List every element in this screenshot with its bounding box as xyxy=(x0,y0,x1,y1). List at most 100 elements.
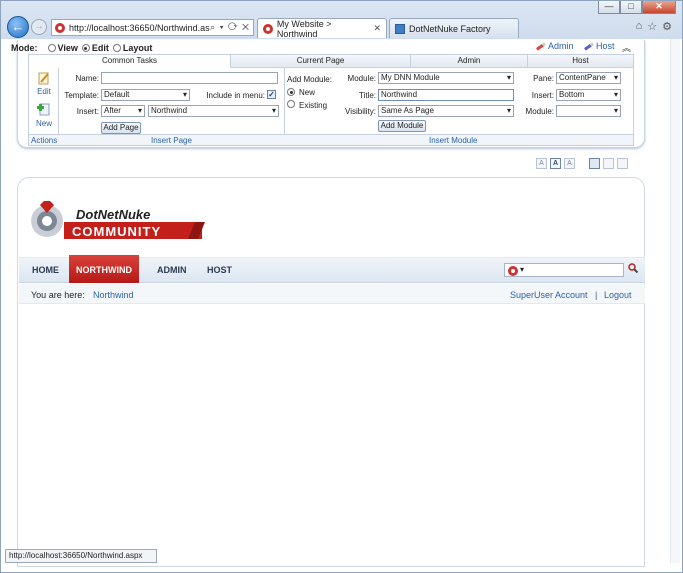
mode-layout-label[interactable]: Layout xyxy=(123,43,153,53)
mode-view-label[interactable]: View xyxy=(58,43,78,53)
width-medium-button[interactable] xyxy=(603,158,614,169)
home-icon[interactable]: ⌂ xyxy=(636,20,643,33)
logout-link[interactable]: Logout xyxy=(604,290,632,300)
page-name-input[interactable] xyxy=(101,72,278,84)
module-select[interactable]: My DNN Module xyxy=(378,72,514,84)
include-in-menu-label: Include in menu: xyxy=(206,91,265,100)
tab-admin[interactable]: Admin xyxy=(411,55,528,68)
address-bar[interactable]: http://localhost:36650/Northwind.as ⌕ ▾ … xyxy=(51,19,254,36)
mode-layout-radio[interactable] xyxy=(112,44,121,52)
menu-item-home[interactable]: HOME xyxy=(25,257,66,283)
host-link[interactable]: Host xyxy=(584,41,615,51)
window-controls: — □ ✕ xyxy=(598,1,676,14)
admin-link[interactable]: Admin xyxy=(536,41,574,51)
dotnetnuke-community-logo[interactable]: DotNetNuke COMMUNITY xyxy=(30,199,205,243)
font-medium-button[interactable]: A xyxy=(550,158,561,169)
tab-dotnetnuke-factory[interactable]: DotNetNuke Factory xyxy=(389,18,519,38)
pane-select[interactable]: ContentPane xyxy=(556,72,621,84)
status-bar-url: http://localhost:36650/Northwind.aspx xyxy=(5,549,157,563)
tab-my-website[interactable]: My Website > Northwind ✕ xyxy=(257,18,387,39)
insert-module-footer-label: Insert Module xyxy=(429,136,478,145)
mode-view-radio[interactable] xyxy=(47,44,56,52)
width-full-button[interactable] xyxy=(617,158,628,169)
mode-label: Mode: xyxy=(11,43,38,53)
minimize-button[interactable]: — xyxy=(598,1,620,14)
site-search-input[interactable]: ▾ xyxy=(504,263,624,277)
link-separator: | xyxy=(595,290,598,300)
menu-item-host[interactable]: HOST xyxy=(200,257,239,283)
menu-item-northwind[interactable]: NORTHWIND xyxy=(69,255,139,283)
search-provider-icon[interactable] xyxy=(508,266,518,276)
font-small-button[interactable]: A xyxy=(536,158,547,169)
close-tab-icon[interactable]: ✕ xyxy=(373,23,381,34)
control-panel-tabs: Common Tasks Current Page Admin Host xyxy=(29,55,633,68)
width-buttons xyxy=(589,158,628,169)
browser-toolbar-icons: ⌂ ☆ ⚙ xyxy=(636,20,672,33)
module-title-input[interactable]: Northwind xyxy=(378,89,514,101)
control-panel-content: Common Tasks Current Page Admin Host Edi… xyxy=(28,54,634,146)
font-large-button[interactable]: A xyxy=(564,158,575,169)
vertical-scrollbar[interactable] xyxy=(670,39,680,563)
edit-action-label[interactable]: Edit xyxy=(34,87,54,96)
insert-page-select[interactable]: Northwind xyxy=(148,105,279,117)
add-page-button[interactable]: Add Page xyxy=(101,122,141,134)
control-panel-footer: Actions Insert Page Insert Module xyxy=(29,134,633,145)
dnn-gear-icon xyxy=(31,201,63,237)
logo-bottom-text: COMMUNITY xyxy=(72,224,161,239)
tab-label: My Website > Northwind xyxy=(276,18,332,39)
tab-common-tasks[interactable]: Common Tasks xyxy=(29,55,231,68)
template-select[interactable]: Default xyxy=(101,89,190,101)
logo-top-text: DotNetNuke xyxy=(76,207,150,222)
existing-module-label: Existing xyxy=(299,101,328,110)
include-in-menu-checkbox[interactable]: ✓ xyxy=(267,90,276,99)
font-size-buttons: A A A xyxy=(536,158,575,169)
host-pencil-icon xyxy=(584,41,594,51)
add-module-label: Add Module: xyxy=(287,75,332,84)
address-actions-icon[interactable]: ⌕ ▾ ⟳ ✕ xyxy=(210,22,250,33)
mode-edit-radio[interactable] xyxy=(81,44,90,52)
close-window-button[interactable]: ✕ xyxy=(642,1,676,14)
pane-label: Pane: xyxy=(533,74,554,83)
module-insert-select[interactable]: Bottom xyxy=(556,89,621,101)
tab-host[interactable]: Host xyxy=(528,55,633,68)
gear-icon[interactable]: ⚙ xyxy=(662,20,672,33)
mode-edit-label[interactable]: Edit xyxy=(92,43,109,53)
visibility-select[interactable]: Same As Page xyxy=(378,105,514,117)
module-label: Module: xyxy=(347,74,376,83)
admin-pencil-icon xyxy=(536,41,546,51)
navigation-buttons: ← → xyxy=(7,16,47,38)
breadcrumb-link[interactable]: Northwind xyxy=(93,290,134,300)
menu-item-admin[interactable]: ADMIN xyxy=(150,257,194,283)
new-module-label: New xyxy=(299,88,316,97)
tab-favicon-icon xyxy=(263,23,273,34)
search-icon[interactable] xyxy=(628,263,638,273)
forward-button[interactable]: → xyxy=(31,19,47,35)
insert-position-select[interactable]: After xyxy=(101,105,145,117)
tab-label: DotNetNuke Factory xyxy=(409,23,491,34)
add-module-button[interactable]: Add Module xyxy=(378,120,426,132)
you-are-here-label: You are here: xyxy=(31,290,85,300)
search-provider-dropdown-icon[interactable]: ▾ xyxy=(520,265,524,274)
insert-page-footer-label: Insert Page xyxy=(151,136,192,145)
new-action-label[interactable]: New xyxy=(34,119,54,128)
new-module-radio[interactable] xyxy=(287,88,295,96)
module-insert-label: Insert: xyxy=(531,91,554,100)
tab-current-page[interactable]: Current Page xyxy=(231,55,411,68)
new-page-icon[interactable] xyxy=(37,102,51,116)
collapse-chevron-icon[interactable]: ︽ xyxy=(622,41,631,54)
reference-module-select[interactable] xyxy=(556,105,621,117)
width-narrow-button[interactable] xyxy=(589,158,600,169)
visibility-label: Visibility: xyxy=(345,107,376,116)
edit-icon[interactable] xyxy=(38,72,50,85)
maximize-button[interactable]: □ xyxy=(620,1,642,14)
tab-favicon-icon xyxy=(395,23,405,34)
user-account-link[interactable]: SuperUser Account xyxy=(510,290,588,300)
back-button[interactable]: ← xyxy=(7,16,29,38)
reference-module-label: Module: xyxy=(525,107,554,116)
actions-footer-label: Actions xyxy=(31,136,58,145)
existing-module-radio[interactable] xyxy=(287,100,295,108)
browser-window: — □ ✕ ← → http://localhost:36650/Northwi… xyxy=(0,0,683,573)
address-text: http://localhost:36650/Northwind.as xyxy=(69,22,210,33)
insert-label: Insert: xyxy=(76,107,99,116)
star-icon[interactable]: ☆ xyxy=(647,20,657,33)
